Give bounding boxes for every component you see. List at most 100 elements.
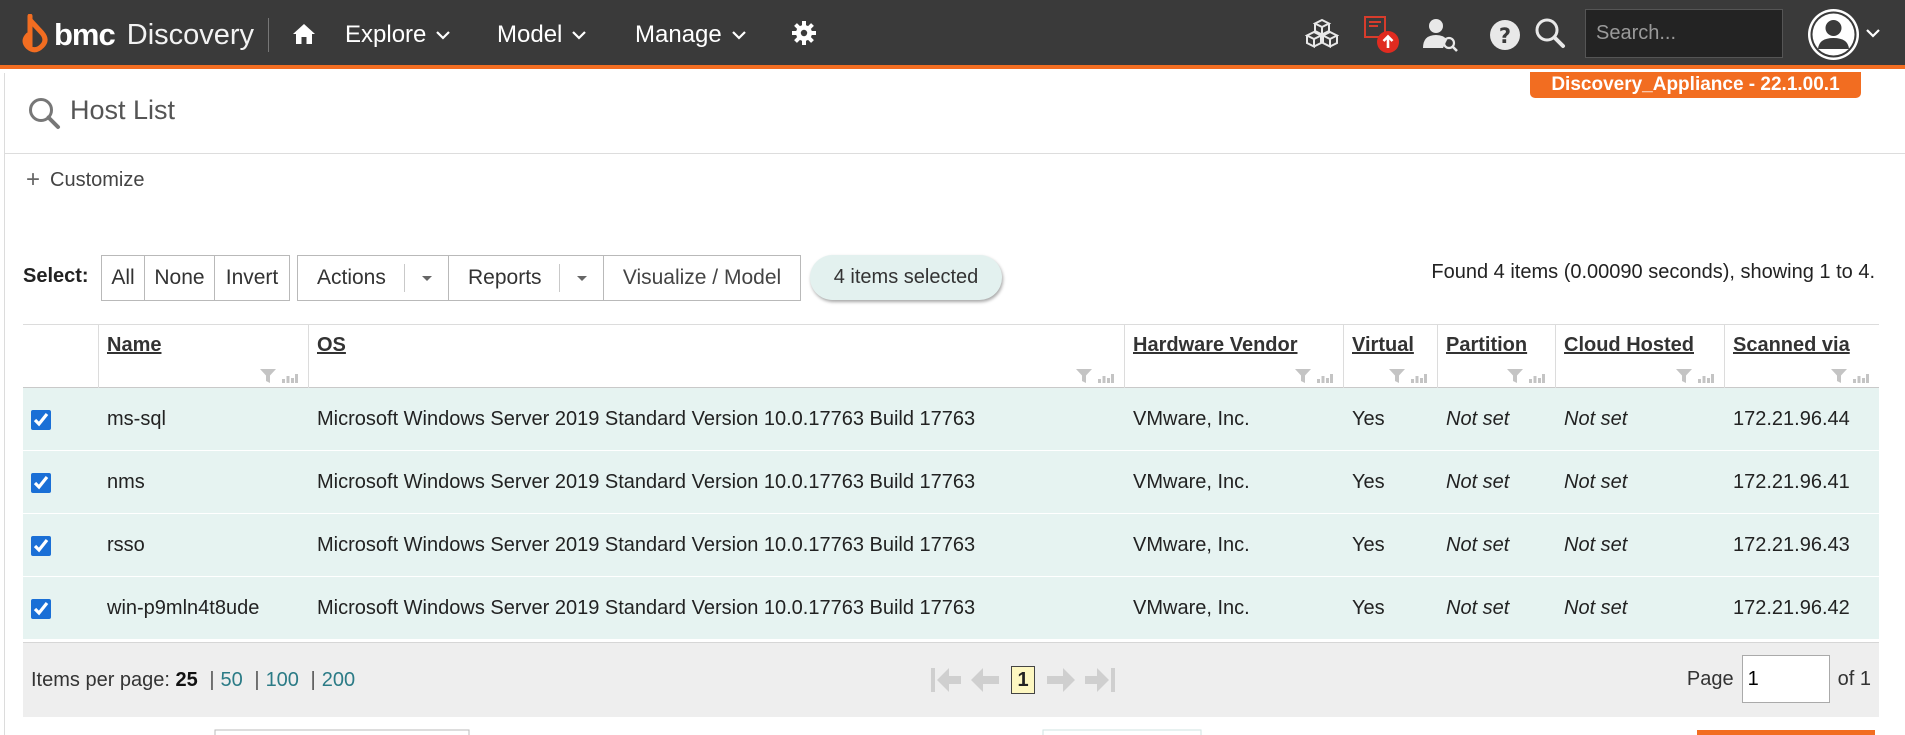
page-frame-border [4,73,5,735]
table-row[interactable]: rsso Microsoft Windows Server 2019 Stand… [23,514,1879,577]
host-cloud-hosted: Not set [1564,597,1628,619]
items-per-page-current: 25 [175,669,198,691]
selected-count-badge: 4 items selected [810,255,1002,300]
bmc-discovery-logo[interactable]: bmc Discovery [20,14,254,56]
filter-icon[interactable] [1676,369,1692,383]
select-invert-button[interactable]: Invert [214,255,290,301]
row-checkbox[interactable] [31,598,51,619]
host-cloud-hosted: Not set [1564,471,1628,493]
user-avatar-icon [1810,11,1857,58]
items-per-page-200[interactable]: 200 [322,669,355,691]
reports-dropdown-toggle[interactable] [559,264,603,292]
host-name-link[interactable]: nms [98,451,308,514]
gear-icon[interactable] [791,20,817,46]
search-icon [29,98,60,129]
filter-icon[interactable] [1389,369,1405,383]
column-scanned-via-sort[interactable]: Scanned via [1733,334,1850,357]
bar-chart-icon[interactable] [1411,373,1427,383]
actions-label: Actions [317,266,386,289]
alert-upload-icon[interactable] [1360,12,1404,56]
select-all-button[interactable]: All [101,255,145,301]
row-checkbox-cell [23,388,98,451]
bar-chart-icon[interactable] [282,373,298,383]
chevron-down-icon [731,31,746,40]
host-scanned-via: 172.21.96.43 [1733,534,1850,556]
host-virtual: Yes [1352,471,1385,493]
column-virtual-sort[interactable]: Virtual [1352,334,1414,357]
select-none-button[interactable]: None [144,255,215,301]
row-checkbox[interactable] [31,472,51,493]
page-number-input[interactable] [1741,655,1830,703]
column-partition-sort[interactable]: Partition [1446,334,1527,357]
column-os-sort[interactable]: OS [317,334,346,357]
chevron-down-icon[interactable] [1865,28,1881,38]
column-hardware-vendor-sort[interactable]: Hardware Vendor [1133,334,1298,357]
actions-dropdown-toggle[interactable] [404,264,448,292]
actions-dropdown[interactable]: Actions [297,255,449,301]
row-checkbox[interactable] [31,535,51,556]
product-name: Discovery [126,18,255,51]
prev-page-icon[interactable] [969,665,1001,695]
column-header-virtual: Virtual [1343,325,1437,389]
host-name-link[interactable]: win-p9mln4t8ude [98,577,308,640]
svg-text:?: ? [1499,24,1511,48]
items-per-page-100[interactable]: 100 [266,669,299,691]
row-checkbox-cell [23,577,98,640]
table-header-row: Name OS Hardware Vendor Virtual Partitio… [23,324,1879,389]
global-search-input[interactable] [1585,9,1783,58]
results-summary: Found 4 items (0.00090 seconds), showing… [1431,261,1875,283]
reports-dropdown[interactable]: Reports [448,255,604,301]
user-search-icon[interactable] [1420,14,1460,54]
filter-icon[interactable] [1295,369,1311,383]
column-cloud-hosted-sort[interactable]: Cloud Hosted [1564,334,1694,357]
visualize-model-button[interactable]: Visualize / Model [603,255,801,301]
nav-manage-label: Manage [635,21,722,48]
items-per-page-50[interactable]: 50 [221,669,243,691]
row-checkbox[interactable] [31,409,51,430]
host-name-link[interactable]: ms-sql [98,388,308,451]
host-os: Microsoft Windows Server 2019 Standard V… [317,471,976,493]
customize-toggle[interactable]: + Customize [26,168,145,192]
next-page-icon[interactable] [1045,665,1077,695]
table-row[interactable]: ms-sql Microsoft Windows Server 2019 Sta… [23,388,1879,451]
column-header-hardware-vendor: Hardware Vendor [1124,325,1343,389]
column-header-cloud-hosted: Cloud Hosted [1555,325,1724,389]
page-title: Host List [70,95,176,125]
cubes-icon[interactable] [1302,14,1342,54]
help-icon[interactable]: ? [1485,14,1525,54]
table-row[interactable]: nms Microsoft Windows Server 2019 Standa… [23,451,1879,514]
plus-icon: + [26,166,41,193]
page-navigation: 1 [929,665,1117,695]
filter-icon[interactable] [1076,369,1092,383]
nav-model[interactable]: Model [497,18,587,52]
bar-chart-icon[interactable] [1317,373,1333,383]
home-icon[interactable] [290,20,318,48]
filter-icon[interactable] [260,369,276,383]
bar-chart-icon[interactable] [1529,373,1545,383]
host-virtual: Yes [1352,597,1385,619]
nav-model-label: Model [497,21,563,48]
nav-manage[interactable]: Manage [635,18,747,52]
filter-icon[interactable] [1507,369,1523,383]
row-checkbox-cell [23,514,98,577]
first-page-icon[interactable] [929,665,963,695]
table-row[interactable]: win-p9mln4t8ude Microsoft Windows Server… [23,577,1879,640]
bar-chart-icon[interactable] [1853,373,1869,383]
brand-name: bmc [54,17,116,52]
bar-chart-icon[interactable] [1098,373,1114,383]
host-name-link[interactable]: rsso [98,514,308,577]
bar-chart-icon[interactable] [1698,373,1714,383]
page-jump: Page of 1 [1687,655,1871,703]
last-page-icon[interactable] [1083,665,1117,695]
chevron-down-icon [436,31,451,40]
caret-down-icon [421,275,432,281]
filter-icon[interactable] [1831,369,1847,383]
search-icon[interactable] [1530,14,1570,54]
user-avatar[interactable] [1808,9,1859,60]
host-cloud-hosted: Not set [1564,534,1628,556]
chevron-down-icon [572,31,587,40]
caret-down-icon [576,275,587,281]
items-per-page-label: Items per page: [31,669,170,691]
column-name-sort[interactable]: Name [107,334,161,357]
nav-explore[interactable]: Explore [345,18,451,52]
